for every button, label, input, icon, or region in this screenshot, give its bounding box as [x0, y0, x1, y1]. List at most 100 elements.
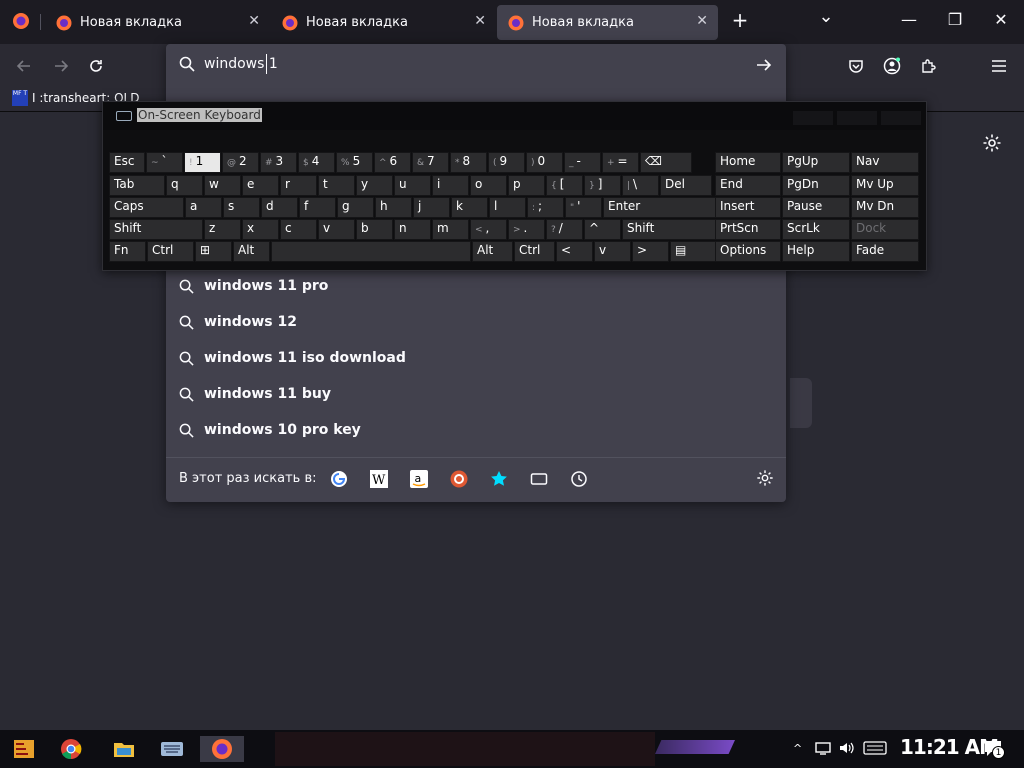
osk-key[interactable]: w [204, 175, 241, 196]
osk-key[interactable]: g [337, 197, 374, 218]
notification-center-icon[interactable]: 1 [983, 739, 1005, 761]
osk-key[interactable]: z [204, 219, 241, 240]
forward-icon[interactable] [50, 55, 72, 77]
touch-keyboard-icon[interactable] [863, 741, 887, 755]
tab-2[interactable]: Новая вкладка ✕ [271, 5, 496, 40]
osk-minimize-button[interactable] [793, 111, 833, 125]
go-arrow-icon[interactable] [756, 57, 772, 73]
osk-key[interactable]: :; [527, 197, 564, 218]
osk-key[interactable]: {[ [546, 175, 583, 196]
osk-key[interactable]: ! 1 [184, 152, 221, 173]
osk-nav-key[interactable]: PrtScn [715, 219, 781, 240]
minimize-button[interactable]: — [894, 10, 924, 29]
osk-key[interactable]: & 7 [412, 152, 449, 173]
osk-key[interactable]: u [394, 175, 431, 196]
osk-key[interactable]: <, [470, 219, 507, 240]
osk-key[interactable]: Del [660, 175, 712, 196]
list-tabs-button[interactable]: ⌄ [811, 6, 841, 27]
search-settings-gear-icon[interactable] [756, 469, 774, 487]
osk-nav-key[interactable]: Mv Dn [851, 197, 919, 218]
close-tab-icon[interactable]: ✕ [696, 13, 708, 29]
osk-nav-key[interactable]: PgUp [782, 152, 850, 173]
osk-key[interactable]: * 8 [450, 152, 487, 173]
osk-nav-key[interactable]: Options [715, 241, 781, 262]
reload-icon[interactable] [85, 55, 107, 77]
osk-key[interactable]: _ - [564, 152, 601, 173]
osk-key[interactable]: " ' [565, 197, 602, 218]
osk-key[interactable]: Ctrl [147, 241, 194, 262]
osk-key[interactable]: >. [508, 219, 545, 240]
osk-key[interactable]: + = [602, 152, 639, 173]
osk-nav-key[interactable]: Help [782, 241, 850, 262]
osk-key[interactable]: b [356, 219, 393, 240]
osk-key[interactable]: ~ ` [146, 152, 183, 173]
back-icon[interactable] [13, 55, 35, 77]
close-window-button[interactable]: ✕ [986, 10, 1016, 29]
osk-key[interactable]: Shift [109, 219, 203, 240]
tab-3-active[interactable]: Новая вкладка ✕ [497, 5, 718, 40]
close-tab-icon[interactable]: ✕ [248, 13, 260, 29]
osk-key[interactable]: Enter [603, 197, 731, 218]
osk-nav-key[interactable]: Mv Up [851, 175, 919, 196]
osk-key[interactable]: q [166, 175, 203, 196]
osk-nav-key[interactable]: Pause [782, 197, 850, 218]
new-tab-button[interactable]: + [725, 8, 755, 32]
urlbar-input[interactable]: windows 1 [166, 44, 786, 86]
pocket-icon[interactable] [845, 55, 867, 77]
file-explorer-icon[interactable] [110, 736, 138, 762]
osk-key[interactable]: h [375, 197, 412, 218]
osk-key[interactable]: @2 [222, 152, 259, 173]
osk-key[interactable]: | \ [622, 175, 659, 196]
osk-key[interactable]: % 5 [336, 152, 373, 173]
menu-icon[interactable] [988, 55, 1010, 77]
osk-key[interactable]: d [261, 197, 298, 218]
suggestion-row[interactable]: windows 10 pro key [166, 413, 786, 449]
osk-key[interactable] [271, 241, 471, 262]
osk-key[interactable]: ^ [584, 219, 621, 240]
firefox-taskbar-icon[interactable] [200, 736, 244, 762]
page-settings-gear-icon[interactable] [982, 133, 1002, 157]
tab-1[interactable]: Новая вкладка ✕ [45, 5, 270, 40]
osk-key[interactable]: Alt [233, 241, 270, 262]
osk-nav-key[interactable]: End [715, 175, 781, 196]
osk-title-bar[interactable]: On-Screen Keyboard [103, 102, 926, 130]
show-hidden-icons-icon[interactable]: ^ [793, 742, 802, 755]
extensions-icon[interactable] [917, 55, 939, 77]
osk-key[interactable]: n [394, 219, 431, 240]
close-tab-icon[interactable]: ✕ [474, 13, 486, 29]
osk-key[interactable]: ^ 6 [374, 152, 411, 173]
osk-key[interactable]: i [432, 175, 469, 196]
osk-key[interactable]: ▤ [670, 241, 717, 262]
osk-key[interactable]: Esc [109, 152, 145, 173]
osk-nav-key[interactable]: ScrLk [782, 219, 850, 240]
volume-icon[interactable] [839, 741, 855, 755]
osk-key[interactable]: Alt [472, 241, 513, 262]
osk-key[interactable]: > [632, 241, 669, 262]
osk-key[interactable]: t [318, 175, 355, 196]
osk-key[interactable]: ) 0 [526, 152, 563, 173]
maximize-button[interactable]: ❐ [940, 10, 970, 29]
osk-nav-key[interactable]: Fade [851, 241, 919, 262]
osk-key[interactable]: v [318, 219, 355, 240]
osk-key[interactable]: e [242, 175, 279, 196]
account-icon[interactable] [881, 55, 903, 77]
osk-key[interactable]: $4 [298, 152, 335, 173]
osk-nav-key[interactable]: Dock [851, 219, 919, 240]
osk-key[interactable]: f [299, 197, 336, 218]
suggestion-row[interactable]: windows 11 pro [166, 269, 786, 305]
osk-key[interactable]: < [556, 241, 593, 262]
history-icon[interactable] [570, 470, 588, 488]
osk-nav-key[interactable]: Home [715, 152, 781, 173]
osk-key[interactable]: (9 [488, 152, 525, 173]
osk-maximize-button[interactable] [837, 111, 877, 125]
osk-key[interactable]: x [242, 219, 279, 240]
osk-key[interactable]: y [356, 175, 393, 196]
suggestion-row[interactable]: windows 12 [166, 305, 786, 341]
bookmarks-star-icon[interactable] [490, 470, 508, 488]
osk-key[interactable]: Ctrl [514, 241, 555, 262]
osk-key[interactable]: ⌫ [640, 152, 692, 173]
osk-close-button[interactable] [881, 111, 921, 125]
duckduckgo-icon[interactable] [450, 470, 468, 488]
osk-key[interactable]: Caps [109, 197, 184, 218]
osk-key[interactable]: Tab [109, 175, 165, 196]
